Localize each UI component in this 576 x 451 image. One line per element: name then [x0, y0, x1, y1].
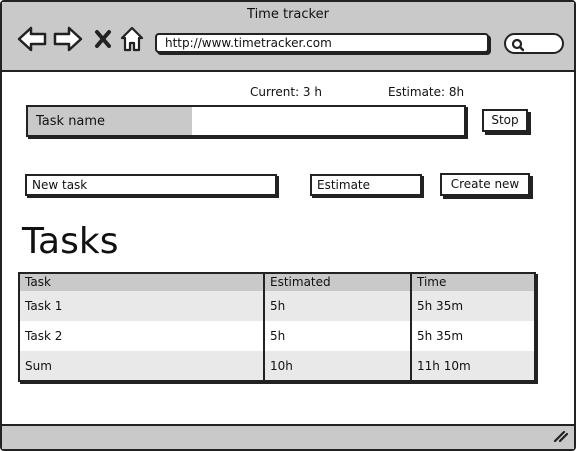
task-cell: Task 1 — [19, 291, 264, 321]
table-row[interactable]: Task 1 5h 5h 35m — [19, 291, 535, 321]
column-header-time: Time — [410, 273, 535, 291]
table-row[interactable]: Task 2 5h 5h 35m — [19, 321, 535, 351]
table-row[interactable]: Sum 10h 11h 10m — [19, 351, 535, 381]
time-cell: 11h 10m — [410, 351, 535, 381]
tasks-heading: Tasks — [22, 221, 119, 262]
close-x-icon[interactable] — [92, 24, 114, 54]
stop-button[interactable]: Stop — [482, 109, 528, 132]
time-cell: 5h 35m — [410, 321, 535, 351]
time-cell: 5h 35m — [410, 291, 535, 321]
status-bar — [2, 424, 574, 449]
task-progress-bar: Task name — [26, 105, 466, 137]
column-header-estimated: Estimated — [263, 273, 411, 291]
estimate-input[interactable]: Estimate — [310, 174, 422, 196]
tasks-table: Task Estimated Time Task 1 5h 5h 35m Tas… — [18, 272, 536, 382]
back-arrow-icon[interactable] — [16, 24, 48, 54]
estimated-cell: 10h — [263, 351, 411, 381]
window-title: Time tracker — [247, 7, 329, 22]
task-cell: Sum — [19, 351, 264, 381]
estimate-time-label: Estimate: 8h — [388, 85, 465, 99]
resize-grip-icon[interactable] — [552, 428, 569, 447]
address-bar[interactable]: http://www.timetracker.com — [155, 33, 489, 53]
forward-arrow-icon[interactable] — [52, 24, 84, 54]
browser-toolbar: Time tracker http://www.timetracker.com — [2, 2, 574, 72]
new-task-input[interactable]: New task — [25, 174, 277, 196]
current-task-name: Task name — [36, 114, 106, 129]
home-icon[interactable] — [119, 24, 145, 54]
table-header-row: Task Estimated Time — [19, 273, 535, 291]
estimated-cell: 5h — [263, 291, 411, 321]
browser-window: Time tracker http://www.timetracker.com … — [0, 0, 576, 451]
estimated-cell: 5h — [263, 321, 411, 351]
create-new-button[interactable]: Create new — [440, 173, 530, 196]
task-cell: Task 2 — [19, 321, 264, 351]
search-icon — [511, 37, 525, 56]
search-input[interactable] — [504, 33, 564, 54]
column-header-task: Task — [19, 273, 264, 291]
current-time-label: Current: 3 h — [250, 85, 322, 99]
